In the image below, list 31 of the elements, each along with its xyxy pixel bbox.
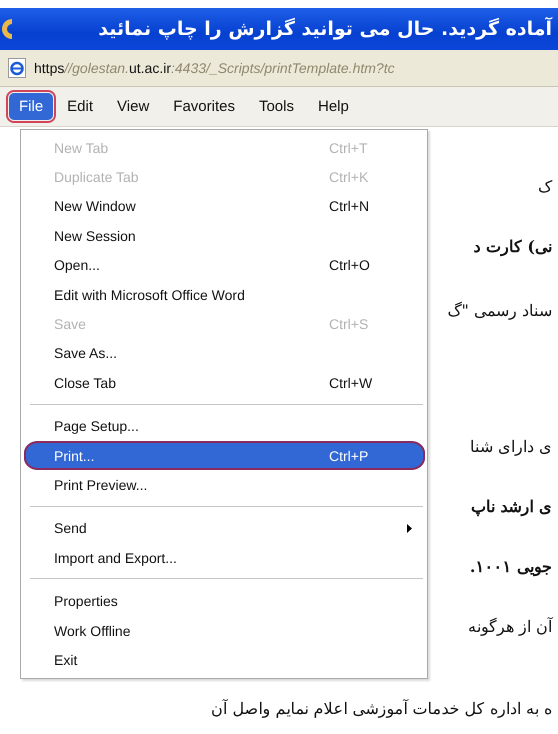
menu-bar-item[interactable]: Help: [308, 93, 359, 120]
menu-item[interactable]: Edit with Microsoft Office Word: [24, 280, 425, 310]
menu-item[interactable]: Send: [24, 514, 425, 544]
menu-bar-item[interactable]: Favorites: [163, 93, 245, 120]
document-text: سناد رسمی "گ: [447, 301, 552, 320]
document-text: نی) کارت د: [473, 237, 552, 256]
menu-item[interactable]: New Window Ctrl+N: [24, 192, 425, 222]
menu-item[interactable]: Import and Export...: [24, 543, 425, 572]
menu-item[interactable]: Work Offline: [24, 616, 425, 646]
document-text: ی دارای شنا: [470, 437, 552, 456]
document-text: ه به اداره کل خدمات آموزشی اعلام نمایم واصل آن: [211, 699, 552, 718]
address-bar[interactable]: https//golestan.ut.ac.ir:4433/_Scripts/printTemplate.htm?tc: [0, 50, 558, 87]
menu-item[interactable]: Print Preview...: [24, 470, 425, 500]
window-title: آماده گردید. حال می توانید گزارش را چاپ نمائید: [98, 18, 552, 40]
menu-item[interactable]: Page Setup...: [24, 412, 425, 441]
menu-bar-item[interactable]: Edit: [57, 93, 104, 120]
menu-bar-item[interactable]: View: [107, 93, 160, 120]
menu-bar-item[interactable]: File: [9, 93, 54, 120]
menu-item[interactable]: Exit: [24, 645, 425, 675]
document-text: ی ارشد ناپ: [470, 497, 552, 516]
menu-item[interactable]: Save As...: [24, 338, 425, 368]
menu-item[interactable]: Properties: [24, 586, 425, 616]
menu-item[interactable]: Close Tab Ctrl+W: [24, 368, 425, 398]
menu-item[interactable]: New Session: [24, 221, 425, 251]
document-text: آن از هرگونه: [468, 617, 552, 636]
menu-item[interactable]: Open... Ctrl+O: [24, 250, 425, 280]
url-text[interactable]: https//golestan.ut.ac.ir:4433/_Scripts/printTemplate.htm?tc: [34, 60, 395, 76]
document-text: ک: [538, 177, 552, 196]
menu-item[interactable]: Print... Ctrl+P: [24, 440, 425, 470]
menu-bar-item[interactable]: Tools: [248, 93, 304, 120]
document-text: جویی ۱۰۰۱.: [470, 557, 552, 576]
